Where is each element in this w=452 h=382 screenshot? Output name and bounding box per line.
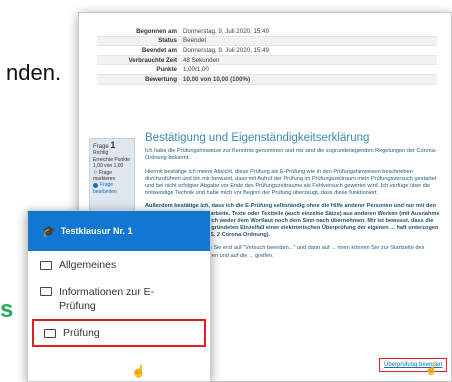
summary-value: Beendet <box>183 37 207 45</box>
summary-row: Bewertung 10,00 von 10,00 (100%) <box>97 74 437 85</box>
sidebar-item-allgemeines[interactable]: Allgemeines <box>28 251 210 271</box>
question-label: Frage <box>93 144 109 150</box>
question-paragraph: Hiermit bestätige ich meine Absicht, die… <box>145 168 437 197</box>
folder-icon <box>44 329 56 338</box>
summary-value: 48 Sekunden <box>183 56 220 64</box>
summary-key: Beendet am <box>141 46 177 54</box>
summary-key: Status <box>158 37 177 45</box>
summary-row: Begonnen am Donnerstag, 9. Juli 2020, 15:… <box>97 27 437 37</box>
summary-key: Bewertung <box>145 75 177 83</box>
course-title: Testklausur Nr. 1 <box>60 226 133 236</box>
summary-key: Verbrauchte Zeit <box>128 56 177 64</box>
summary-value: 1,00/1,00 <box>183 66 209 74</box>
summary-key: Begonnen am <box>136 27 177 35</box>
question-title: Bestätigung und Eigenständigkeitserkläru… <box>145 132 370 144</box>
hand-cursor-icon: ☝ <box>131 364 146 378</box>
background-text-fragment: nden. <box>6 60 62 85</box>
gear-icon <box>93 182 98 188</box>
edit-question-link[interactable]: Frage bearbeiten <box>93 182 131 195</box>
sidebar-item-label: Informationen zur E-Prüfung <box>59 286 155 312</box>
sidebar-item-label: Allgemeines <box>59 259 117 271</box>
sidebar-item-pruefung[interactable]: Prüfung <box>32 319 206 347</box>
summary-value: Donnerstag, 9. Juli 2020, 15:49 <box>183 46 269 54</box>
summary-row: Punkte 1,00/1,00 <box>97 65 437 75</box>
hand-cursor-icon: ☝ <box>425 365 438 376</box>
summary-row: Status Beendet <box>97 36 437 47</box>
flag-icon: ⚐ <box>93 169 98 176</box>
question-paragraph: Ich habe die Prüfungshinweise zur Kenntn… <box>145 148 437 162</box>
course-sidebar: 🎓 Testklausur Nr. 1 Allgemeines Informat… <box>27 210 211 382</box>
question-number: Frage 1 <box>93 140 131 151</box>
summary-value: Donnerstag, 9. Juli 2020, 15:49 <box>183 27 269 35</box>
summary-key: Punkte <box>156 66 177 74</box>
graduation-cap-icon: 🎓 <box>42 225 56 238</box>
question-points: Erreichte Punkte 1,00 von 1,00 <box>93 156 130 170</box>
flag-question-link[interactable]: ⚐ Frage markieren <box>93 170 131 183</box>
summary-row: Verbrauchte Zeit 48 Sekunden <box>97 55 437 66</box>
attempt-summary-table: Begonnen am Donnerstag, 9. Juli 2020, 15:… <box>97 27 437 85</box>
summary-row: Beendet am Donnerstag, 9. Juli 2020, 15:4… <box>97 46 437 56</box>
sidebar-item-informationen[interactable]: Informationen zur E-Prüfung <box>28 271 210 313</box>
summary-value: 10,00 von 10,00 (100%) <box>183 75 251 83</box>
course-header[interactable]: 🎓 Testklausur Nr. 1 <box>28 211 210 251</box>
question-info-box: Frage 1 Richtig Erreichte Punkte 1,00 vo… <box>89 138 135 218</box>
folder-icon <box>40 287 52 296</box>
background-letter-fragment: s <box>0 296 14 323</box>
question-number-value: 1 <box>110 140 116 150</box>
sidebar-item-label: Prüfung <box>63 327 100 339</box>
folder-icon <box>40 261 52 270</box>
flag-label: Frage markieren <box>93 169 116 183</box>
